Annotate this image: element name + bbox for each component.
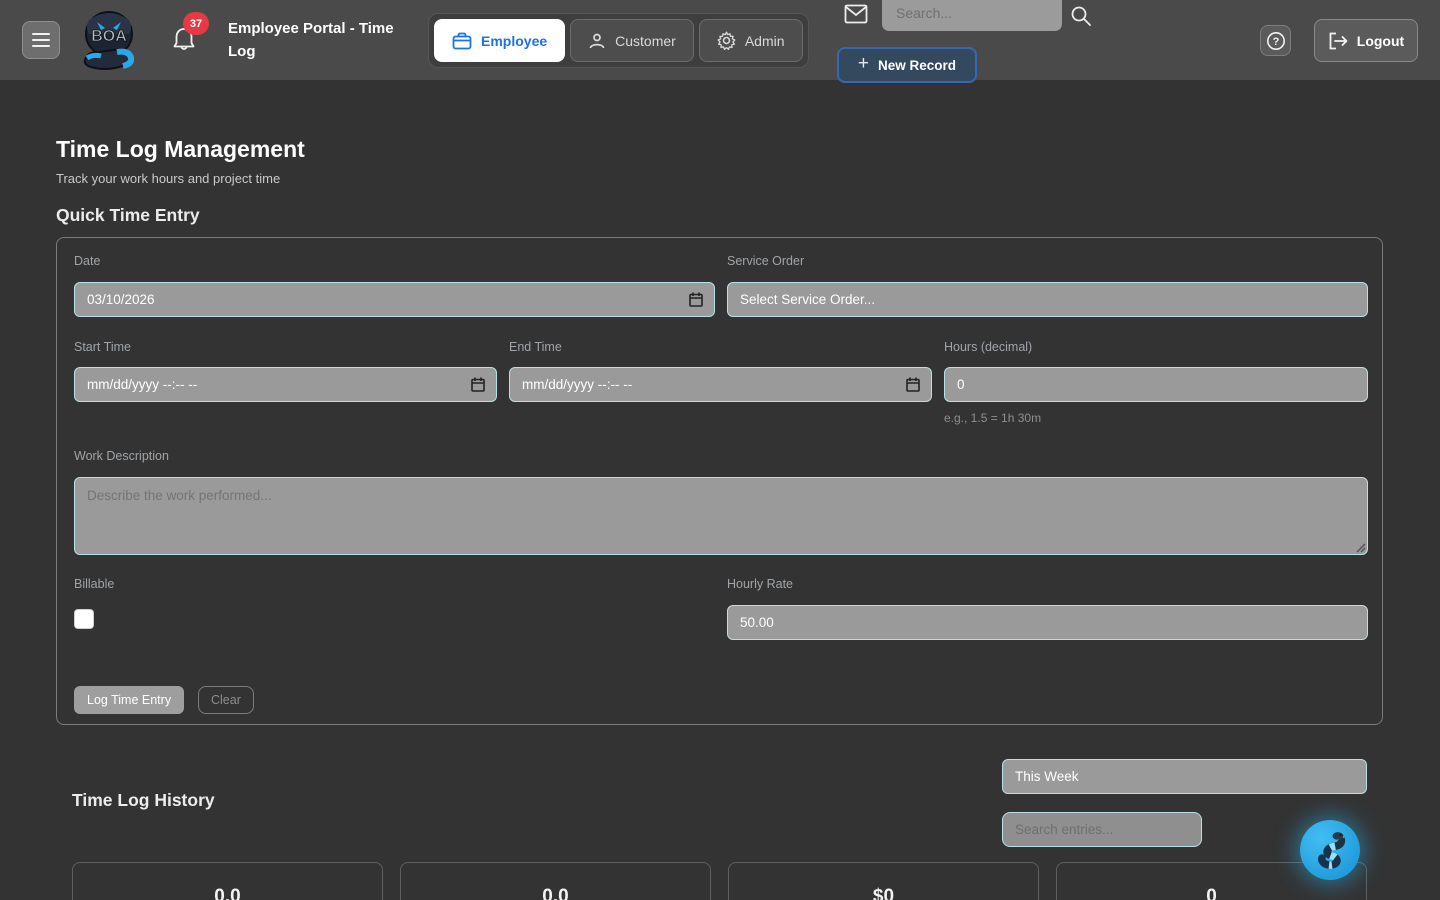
service-order-select[interactable]: Select Service Order... bbox=[727, 282, 1368, 317]
gear-icon bbox=[717, 31, 736, 50]
history-heading: Time Log History bbox=[72, 790, 215, 811]
snake-icon bbox=[1310, 828, 1350, 872]
person-icon bbox=[588, 32, 606, 50]
history-search-input[interactable] bbox=[1002, 812, 1202, 847]
start-time-input[interactable]: mm/dd/yyyy --:-- -- bbox=[74, 367, 497, 402]
role-tabs: Employee Customer Admin bbox=[428, 13, 809, 68]
brand-logo: BOA bbox=[79, 8, 139, 72]
new-record-button[interactable]: + New Record bbox=[837, 47, 977, 83]
svg-text:BOA: BOA bbox=[91, 28, 127, 45]
billable-label: Billable bbox=[74, 577, 114, 591]
search-icon[interactable] bbox=[1069, 4, 1093, 28]
assistant-fab-button[interactable] bbox=[1300, 820, 1360, 880]
stat-card-billable: 0.0 bbox=[400, 862, 711, 900]
tab-employee[interactable]: Employee bbox=[434, 19, 565, 62]
hours-hint: e.g., 1.5 = 1h 30m bbox=[944, 411, 1041, 425]
date-label: Date bbox=[74, 254, 100, 268]
clear-button[interactable]: Clear bbox=[198, 686, 254, 714]
history-filter-value: This Week bbox=[1015, 769, 1079, 784]
logout-button[interactable]: Logout bbox=[1314, 19, 1418, 62]
page-subtitle: Track your work hours and project time bbox=[56, 171, 280, 186]
logout-label: Logout bbox=[1357, 33, 1404, 49]
end-time-label: End Time bbox=[509, 340, 562, 354]
hourly-rate-input[interactable] bbox=[727, 605, 1368, 640]
stat-card-hours: 0.0 bbox=[72, 862, 383, 900]
hours-input[interactable] bbox=[944, 367, 1368, 402]
quick-entry-form: Date 03/10/2026 Service Order Select Ser… bbox=[56, 237, 1383, 725]
logout-icon bbox=[1328, 32, 1348, 50]
tab-label: Admin bbox=[745, 33, 785, 49]
tab-admin[interactable]: Admin bbox=[699, 19, 803, 62]
stat-value: 0 bbox=[1057, 886, 1366, 900]
billable-checkbox[interactable] bbox=[74, 609, 94, 629]
global-search-input[interactable] bbox=[882, 0, 1062, 31]
work-description-label: Work Description bbox=[74, 449, 169, 463]
top-navbar: BOA 37 Employee Portal - Time Log Employ… bbox=[0, 0, 1440, 80]
calendar-icon[interactable] bbox=[689, 292, 703, 307]
calendar-icon[interactable] bbox=[471, 377, 485, 392]
tab-customer[interactable]: Customer bbox=[570, 19, 694, 62]
quick-entry-heading: Quick Time Entry bbox=[56, 205, 200, 226]
history-filter-select[interactable]: This Week bbox=[1002, 759, 1367, 794]
tab-label: Employee bbox=[481, 33, 547, 49]
cobra-logo-icon: BOA bbox=[79, 8, 139, 72]
help-button[interactable]: ? bbox=[1260, 25, 1291, 56]
service-order-label: Service Order bbox=[727, 254, 804, 268]
end-time-value: mm/dd/yyyy --:-- -- bbox=[522, 377, 632, 392]
start-time-label: Start Time bbox=[74, 340, 131, 354]
question-circle-icon: ? bbox=[1266, 31, 1286, 51]
stat-value: 0.0 bbox=[401, 886, 710, 900]
start-time-value: mm/dd/yyyy --:-- -- bbox=[87, 377, 197, 392]
notifications-button[interactable]: 37 bbox=[170, 12, 214, 58]
stat-value: $0 bbox=[729, 886, 1038, 900]
service-order-value: Select Service Order... bbox=[740, 292, 875, 307]
date-input[interactable]: 03/10/2026 bbox=[74, 282, 715, 317]
plus-icon: + bbox=[858, 53, 869, 75]
notification-badge: 37 bbox=[183, 12, 209, 35]
hamburger-menu-button[interactable] bbox=[22, 21, 60, 59]
hourly-rate-label: Hourly Rate bbox=[727, 577, 793, 591]
work-description-textarea[interactable] bbox=[74, 477, 1368, 555]
hours-label: Hours (decimal) bbox=[944, 340, 1032, 354]
hamburger-icon bbox=[32, 33, 50, 35]
stat-value: 0.0 bbox=[73, 886, 382, 900]
calendar-icon[interactable] bbox=[906, 377, 920, 392]
tab-label: Customer bbox=[615, 33, 676, 49]
log-time-entry-button[interactable]: Log Time Entry bbox=[74, 686, 184, 714]
mail-icon[interactable] bbox=[844, 4, 868, 24]
page-header-title: Employee Portal - Time Log bbox=[228, 17, 416, 63]
briefcase-icon bbox=[452, 32, 472, 50]
new-record-label: New Record bbox=[878, 58, 956, 73]
end-time-input[interactable]: mm/dd/yyyy --:-- -- bbox=[509, 367, 932, 402]
date-value: 03/10/2026 bbox=[87, 292, 155, 307]
svg-text:?: ? bbox=[1272, 36, 1279, 48]
page-title: Time Log Management bbox=[56, 136, 305, 163]
stat-card-amount: $0 bbox=[728, 862, 1039, 900]
